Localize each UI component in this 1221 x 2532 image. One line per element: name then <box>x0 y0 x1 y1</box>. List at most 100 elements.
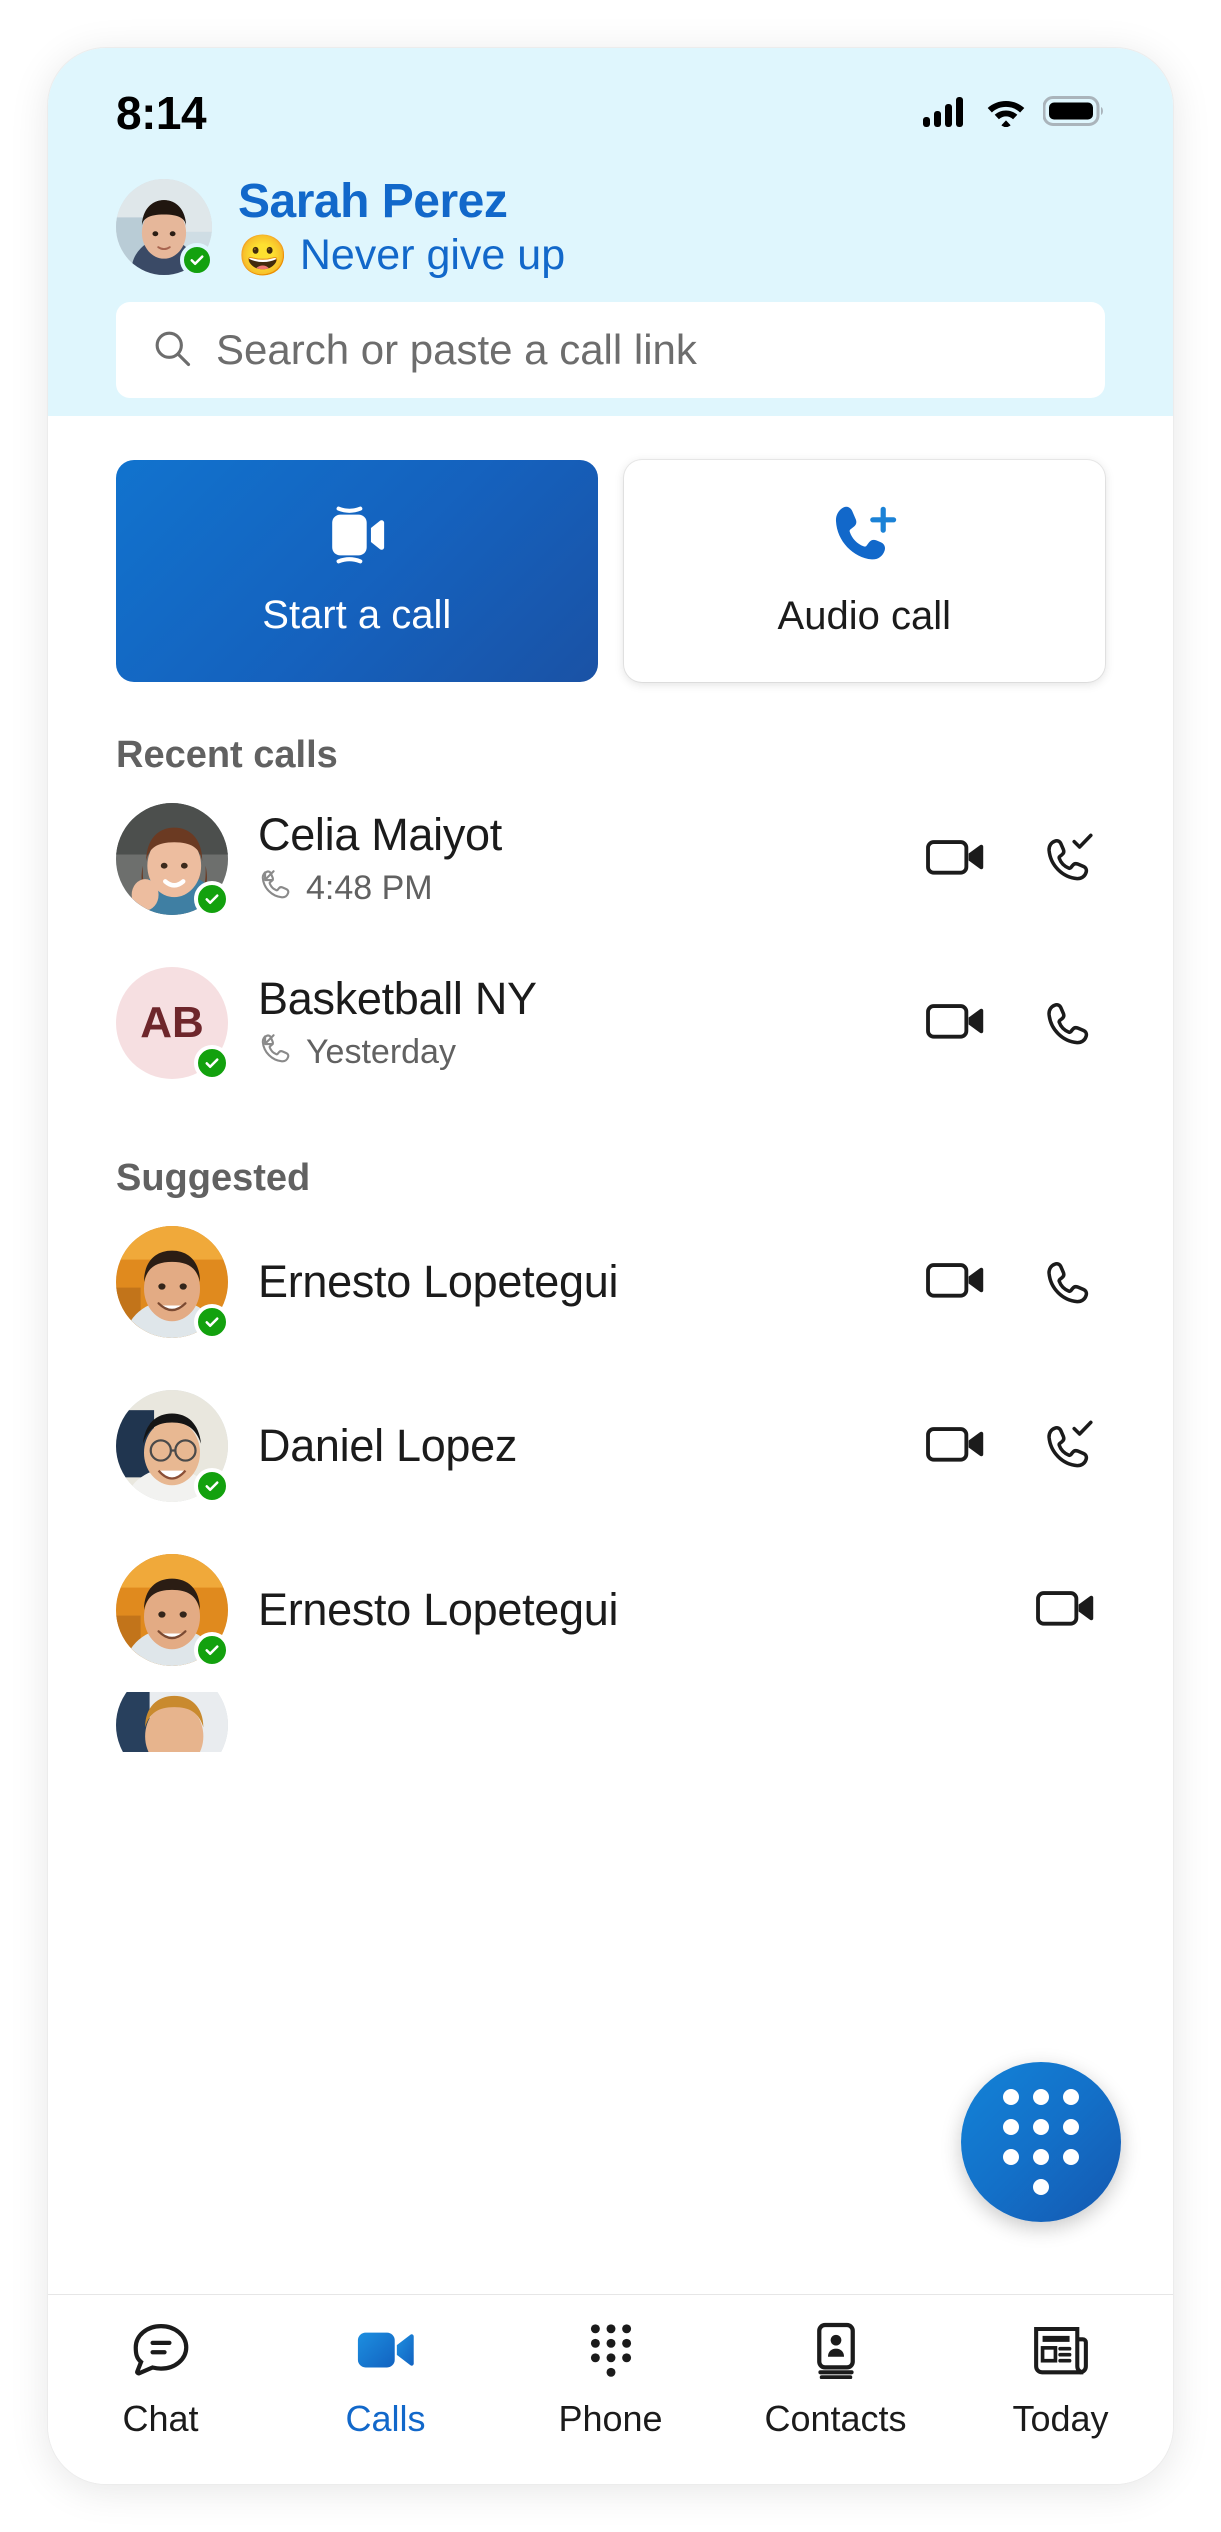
call-time: Yesterday <box>306 1032 456 1071</box>
dialpad-dot <box>1063 2119 1079 2135</box>
avatar[interactable] <box>116 1692 228 1752</box>
dialpad-icon <box>1003 2089 1079 2195</box>
profile-header[interactable]: Sarah Perez 😀 Never give up <box>48 160 1173 280</box>
nav-label: Today <box>1012 2398 1109 2439</box>
avatar[interactable] <box>116 803 230 917</box>
presence-badge-available <box>194 1468 230 1504</box>
status-bar-clock: 8:14 <box>116 87 207 139</box>
call-meta: Yesterday <box>258 1031 895 1074</box>
phone-icon[interactable] <box>1041 994 1097 1053</box>
mood-text: Never give up <box>299 231 566 279</box>
video-icon[interactable] <box>1035 1585 1097 1636</box>
video-icon[interactable] <box>925 1421 987 1472</box>
video-icon[interactable] <box>925 1257 987 1308</box>
avatar[interactable] <box>116 1390 230 1504</box>
start-a-call-label: Start a call <box>262 593 452 637</box>
nav-label: Calls <box>345 2398 426 2439</box>
battery-icon <box>1042 95 1105 132</box>
contact-name: Basketball NY <box>258 972 537 1024</box>
dialpad-dot <box>1033 2119 1049 2135</box>
search-input[interactable]: Search or paste a call link <box>116 302 1105 398</box>
avatar[interactable] <box>116 179 214 277</box>
row-actions <box>925 830 1105 889</box>
nav-item-chat[interactable]: Chat <box>61 2321 261 2440</box>
row-actions <box>1035 1585 1105 1636</box>
dialpad-dot <box>1033 2089 1049 2105</box>
dialpad-dot <box>1003 2149 1019 2165</box>
contact-name: Daniel Lopez <box>258 1420 518 1471</box>
list-item[interactable]: Daniel Lopez <box>48 1364 1173 1528</box>
list-item-text: Ernesto Lopetegui <box>258 1256 895 1308</box>
presence-badge-available <box>194 1632 230 1668</box>
avatar[interactable] <box>116 1226 230 1340</box>
list-item[interactable]: Ernesto Lopetegui <box>48 1528 1173 1692</box>
search-icon <box>150 326 194 375</box>
nav-item-today[interactable]: Today <box>961 2321 1161 2440</box>
row-actions <box>925 1253 1105 1312</box>
presence-badge-available <box>180 243 214 277</box>
dialpad-fab-button[interactable] <box>961 2062 1121 2222</box>
list-item-text: Ernesto Lopetegui <box>258 1584 1005 1636</box>
contact-avatar-image <box>116 1692 228 1752</box>
call-incoming-icon <box>258 1031 292 1074</box>
list-item[interactable]: AB Basketball NY Yesterday <box>48 941 1173 1105</box>
status-bar-icons <box>923 95 1105 132</box>
phone-icon[interactable] <box>1041 1253 1097 1312</box>
nav-label: Chat <box>122 2398 199 2439</box>
dialpad-dot <box>1033 2149 1049 2165</box>
avatar[interactable]: AB <box>116 967 230 1081</box>
call-time: 4:48 PM <box>306 868 433 907</box>
dialpad-dot <box>1063 2089 1079 2105</box>
nav-label: Phone <box>558 2398 663 2439</box>
contacts-icon <box>809 2321 863 2384</box>
nav-item-calls[interactable]: Calls <box>286 2321 486 2440</box>
wifi-icon <box>985 95 1027 132</box>
contact-name: Celia Maiyot <box>258 808 502 860</box>
quick-actions: Start a call Audio call <box>48 416 1173 682</box>
header: 8:14 Sarah Perez 😀 Never give up Search … <box>48 48 1173 416</box>
phone-check-icon[interactable] <box>1041 1417 1097 1476</box>
list-item-text: Basketball NY Yesterday <box>258 973 895 1074</box>
nav-label: Contacts <box>764 2398 907 2439</box>
call-meta: 4:48 PM <box>258 867 895 910</box>
list-item[interactable]: Celia Maiyot 4:48 PM <box>48 777 1173 941</box>
video-icon[interactable] <box>925 834 987 885</box>
mood-emoji: 😀 <box>238 234 288 278</box>
status-bar: 8:14 <box>48 48 1173 160</box>
audio-call-label: Audio call <box>777 594 951 638</box>
video-icon[interactable] <box>925 998 987 1049</box>
nav-item-contacts[interactable]: Contacts <box>736 2321 936 2440</box>
dialpad-icon <box>585 2321 637 2384</box>
dialpad-dot <box>1003 2119 1019 2135</box>
phone-add-icon <box>828 503 900 572</box>
audio-call-button[interactable]: Audio call <box>623 460 1105 682</box>
nav-item-phone[interactable]: Phone <box>511 2321 711 2440</box>
row-actions <box>925 994 1105 1053</box>
list-item-text: Celia Maiyot 4:48 PM <box>258 809 895 910</box>
profile-mood[interactable]: 😀 Never give up <box>238 231 565 280</box>
dialpad-dot <box>1063 2149 1079 2165</box>
dialpad-dot <box>1033 2179 1049 2195</box>
search-placeholder: Search or paste a call link <box>216 326 697 373</box>
contact-name: Ernesto Lopetegui <box>258 1256 619 1307</box>
list-item[interactable]: Ernesto Lopetegui <box>48 1200 1173 1364</box>
bottom-navigation: Chat Calls Phone Contacts Today <box>48 2294 1173 2484</box>
cellular-signal-icon <box>923 95 969 132</box>
row-actions <box>925 1417 1105 1476</box>
presence-badge-available <box>194 881 230 917</box>
contact-name: Ernesto Lopetegui <box>258 1584 619 1635</box>
section-title-suggested: Suggested <box>116 1157 311 1199</box>
phone-frame: 8:14 Sarah Perez 😀 Never give up Search … <box>48 48 1173 2484</box>
start-a-call-button[interactable]: Start a call <box>116 460 598 682</box>
dialpad-dot <box>1003 2089 1019 2105</box>
presence-badge-available <box>194 1045 230 1081</box>
profile-text: Sarah Perez 😀 Never give up <box>238 174 565 280</box>
presence-badge-available <box>194 1304 230 1340</box>
video-call-icon <box>321 504 393 571</box>
avatar[interactable] <box>116 1554 230 1668</box>
main-content: Start a call Audio call Recent calls Cel… <box>48 416 1173 1752</box>
list-item[interactable] <box>48 1692 1173 1752</box>
chat-icon <box>130 2321 192 2384</box>
phone-check-icon[interactable] <box>1041 830 1097 889</box>
page-title: Sarah Perez <box>238 175 508 228</box>
